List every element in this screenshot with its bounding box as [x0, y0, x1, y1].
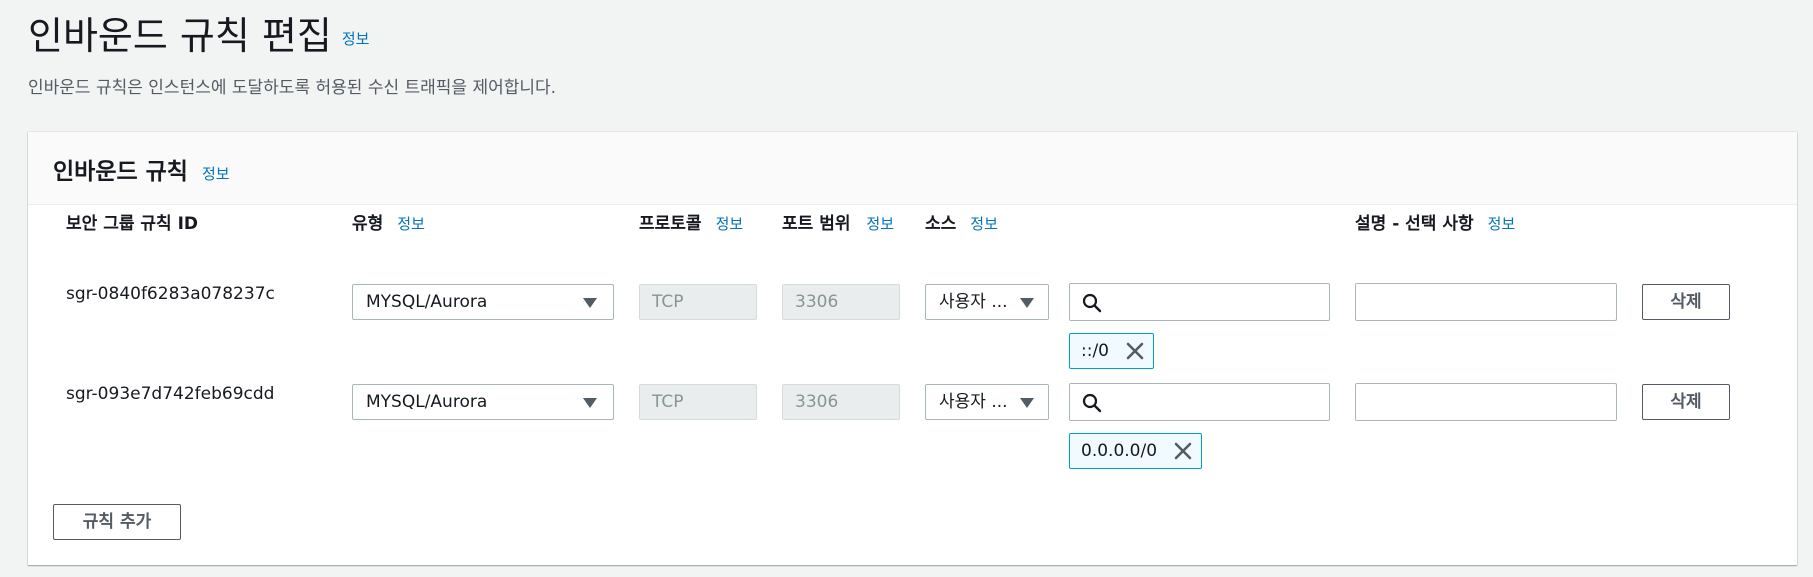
cidr-token: 0.0.0.0/0	[1069, 433, 1203, 469]
page-description: 인바운드 규칙은 인스턴스에 도달하도록 허용된 수신 트래픽을 제어합니다.	[28, 78, 557, 98]
description-input[interactable]	[1355, 283, 1617, 321]
col-header-protocol-label: 프로토콜	[639, 214, 702, 234]
type-select-value: MYSQL/Aurora	[366, 392, 488, 412]
cidr-token: ::/0	[1069, 333, 1154, 369]
protocol-field: TCP	[639, 384, 757, 420]
caret-down-icon	[1020, 298, 1034, 308]
panel-title-text: 인바운드 규칙	[53, 159, 188, 185]
page-title-text: 인바운드 규칙 편집	[28, 14, 332, 58]
delete-rule-button[interactable]: 삭제	[1642, 284, 1730, 320]
protocol-info-link[interactable]: 정보	[716, 215, 744, 233]
source-info-link[interactable]: 정보	[970, 215, 998, 233]
type-select[interactable]: MYSQL/Aurora	[352, 384, 614, 420]
panel-header: 인바운드 규칙 정보	[28, 132, 1797, 205]
cidr-search-input[interactable]	[1069, 383, 1330, 421]
caret-down-icon	[1020, 398, 1034, 408]
source-select-value: 사용자 ...	[939, 292, 1008, 312]
col-header-source-label: 소스	[925, 214, 957, 234]
col-header-protocol: 프로토콜 정보	[639, 212, 743, 236]
type-info-link[interactable]: 정보	[397, 215, 425, 233]
col-header-type: 유형 정보	[352, 212, 425, 236]
source-select-value: 사용자 ...	[939, 392, 1008, 412]
col-header-description: 설명 - 선택 사항 정보	[1355, 212, 1515, 236]
description-info-link[interactable]: 정보	[1488, 215, 1516, 233]
delete-rule-button[interactable]: 삭제	[1642, 384, 1730, 420]
col-header-rule-id: 보안 그룹 규칙 ID	[66, 214, 199, 234]
rule-id: sgr-093e7d742feb69cdd	[66, 384, 275, 404]
search-icon	[1082, 393, 1102, 413]
col-header-source: 소스 정보	[925, 212, 998, 236]
remove-token-icon[interactable]	[1125, 341, 1145, 361]
description-input[interactable]	[1355, 383, 1617, 421]
add-rule-button[interactable]: 규칙 추가	[53, 504, 181, 540]
type-select-value: MYSQL/Aurora	[366, 292, 488, 312]
col-header-description-label: 설명 - 선택 사항	[1355, 214, 1474, 234]
col-header-port-range-label: 포트 범위	[782, 214, 851, 234]
panel-title: 인바운드 규칙 정보	[53, 152, 230, 186]
port-range-field: 3306	[782, 384, 900, 420]
search-icon	[1082, 293, 1102, 313]
caret-down-icon	[583, 398, 597, 408]
remove-token-icon[interactable]	[1173, 441, 1193, 461]
type-select[interactable]: MYSQL/Aurora	[352, 284, 614, 320]
panel-title-info-link[interactable]: 정보	[202, 165, 230, 183]
source-select[interactable]: 사용자 ...	[925, 384, 1049, 420]
page-title: 인바운드 규칙 편집 정보	[28, 10, 369, 65]
caret-down-icon	[583, 298, 597, 308]
port-range-info-link[interactable]: 정보	[866, 215, 894, 233]
rule-id: sgr-0840f6283a078237c	[66, 284, 275, 304]
protocol-field: TCP	[639, 284, 757, 320]
cidr-token-label: 0.0.0.0/0	[1081, 441, 1158, 461]
cidr-search-input[interactable]	[1069, 283, 1330, 321]
col-header-type-label: 유형	[352, 214, 384, 234]
source-select[interactable]: 사용자 ...	[925, 284, 1049, 320]
col-header-port-range: 포트 범위 정보	[782, 212, 897, 237]
port-range-field: 3306	[782, 284, 900, 320]
cidr-token-label: ::/0	[1081, 341, 1109, 361]
inbound-rules-panel: 인바운드 규칙 정보 보안 그룹 규칙 ID 유형 정보 프로토콜 정보 포트 범위 …	[28, 132, 1797, 565]
page-title-info-link[interactable]: 정보	[342, 30, 370, 48]
